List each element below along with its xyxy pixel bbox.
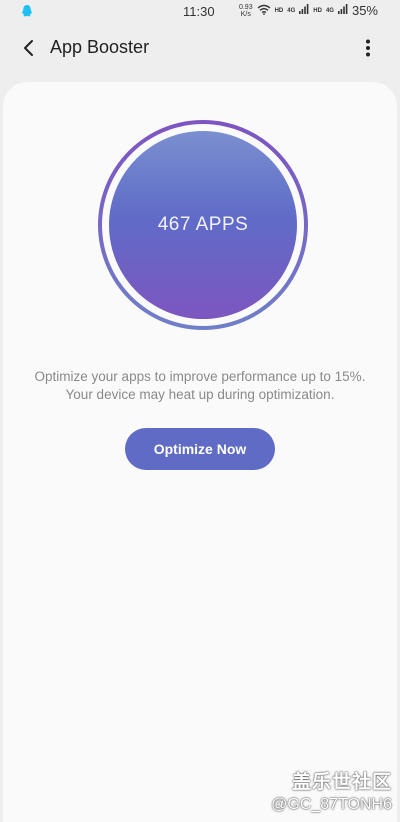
page-title: App Booster [50, 37, 150, 57]
battery-percent: 35% [351, 3, 378, 18]
app-booster-screen: 11:30 0.93 K/s HD 4G HD 4G 35% App Boost… [0, 0, 400, 822]
back-arrow-icon[interactable] [18, 36, 42, 60]
hd-label: HD [274, 7, 284, 14]
optimize-now-button[interactable]: Optimize Now [125, 428, 275, 470]
description-line-1: Optimize your apps to improve performanc… [34, 369, 366, 384]
booster-card: 467 APPS Optimize your apps to improve p… [3, 82, 397, 822]
status-icons: 0.93 K/s HD 4G HD 4G 35% [239, 3, 378, 18]
apps-ring: 467 APPS [98, 120, 308, 330]
hd-label-2: HD [313, 7, 322, 14]
signal-icon-2 [337, 4, 348, 17]
apps-count: 467 APPS [157, 214, 249, 235]
lte-label-2: 4G [325, 7, 334, 14]
qq-notification-icon [20, 4, 34, 23]
status-time: 11:30 [183, 4, 215, 19]
lte-label: 4G [287, 7, 296, 14]
ring-inner: 467 APPS [102, 124, 304, 326]
app-header: App Booster [0, 24, 400, 72]
wifi-icon [257, 4, 271, 18]
description: Optimize your apps to improve performanc… [3, 368, 397, 404]
apps-orb: 467 APPS [109, 131, 297, 319]
watermark-line-1: 盖乐世社区 [291, 772, 392, 793]
watermark-line-2: @GC_87TONH6 [271, 796, 392, 813]
net-speed: 0.93 K/s [239, 4, 253, 18]
more-vert-icon[interactable] [356, 36, 380, 60]
watermark: 盖乐世社区 @GC_87TONH6 [271, 767, 392, 814]
net-speed-unit: K/s [240, 10, 251, 18]
signal-icon [299, 4, 309, 17]
description-line-2: Your device may heat up during optimizat… [65, 387, 335, 402]
status-bar: 11:30 0.93 K/s HD 4G HD 4G 35% [0, 0, 400, 24]
net-speed-value: 0.93 [238, 3, 253, 11]
